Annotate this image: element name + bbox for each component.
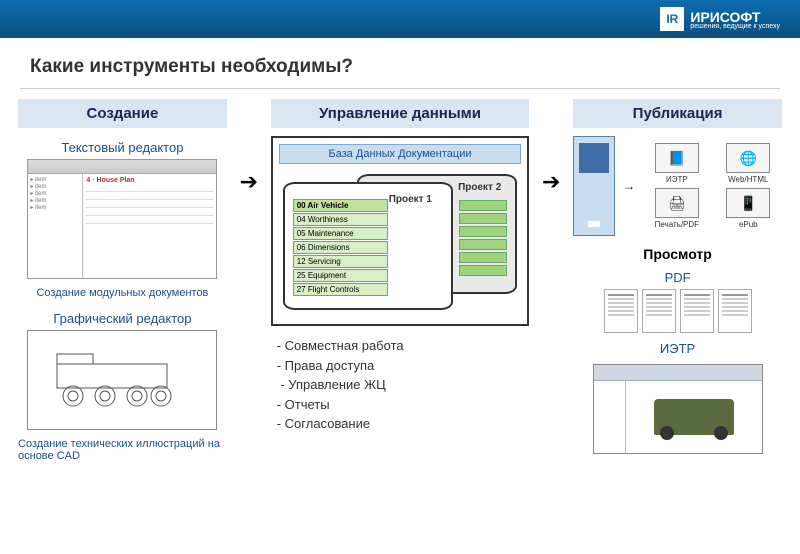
tree-node: 00 Air Vehicle: [293, 199, 388, 212]
output-thumb-icon: 📘: [655, 143, 699, 173]
column-creation: Создание Текстовый редактор ▸ item▸ item…: [18, 99, 227, 470]
bullet-item: - Управление ЖЦ: [277, 375, 524, 395]
output-label: Печать/PDF: [655, 220, 699, 229]
creation-heading: Создание: [18, 99, 227, 128]
database-box: База Данных Документации Проект 2 Проект…: [271, 136, 530, 326]
output-item: 🖨 Печать/PDF: [643, 188, 710, 229]
output-label: ИЭТР: [666, 175, 688, 184]
bullet-item: - Права доступа: [277, 356, 524, 376]
output-item: 📘 ИЭТР: [643, 143, 710, 184]
armored-vehicle-icon: [654, 399, 734, 435]
arrow-right-icon: →: [623, 179, 635, 193]
project2-label: Проект 2: [458, 182, 501, 193]
output-thumb-icon: 📱: [726, 188, 770, 218]
pdf-page-icon: [604, 289, 638, 333]
feature-bullets: - Совместная работа - Права доступа - Уп…: [271, 326, 530, 438]
publication-row: → 📘 ИЭТР 🌐 Web/HTML 🖨 Печать/PDF 📱 ePub: [573, 136, 782, 236]
cad-illustration: [27, 330, 217, 430]
pdf-label: PDF: [573, 270, 782, 285]
pdf-pages: [573, 289, 782, 333]
output-item: 🌐 Web/HTML: [715, 143, 782, 184]
text-editor-screenshot: ▸ item▸ item▸ item▸ item▸ item 4 · House…: [27, 159, 217, 279]
top-bar: IR ИРИСОФТ решения, ведущие к успеху: [0, 0, 800, 38]
pdf-page-icon: [642, 289, 676, 333]
output-thumb-icon: 🖨: [655, 188, 699, 218]
diagram-columns: Создание Текстовый редактор ▸ item▸ item…: [0, 89, 800, 470]
brand-logo: IR ИРИСОФТ решения, ведущие к успеху: [660, 7, 780, 31]
ietp-label: ИЭТР: [573, 341, 782, 356]
bullet-item: - Совместная работа: [277, 336, 524, 356]
tree-node: 04 Worthiness: [293, 213, 388, 226]
graphic-editor-label: Графический редактор: [18, 311, 227, 326]
pdf-page-icon: [718, 289, 752, 333]
column-publication: Публикация → 📘 ИЭТР 🌐 Web/HTML 🖨 Печать/…: [573, 99, 782, 454]
tree-node: 06 Dimensions: [293, 241, 388, 254]
text-editor-caption: Создание модульных документов: [18, 287, 227, 299]
ietp-viewer-screenshot: [593, 364, 763, 454]
project2-bars: [459, 198, 507, 278]
tree-node: 25 Equipment: [293, 269, 388, 282]
output-label: Web/HTML: [728, 175, 768, 184]
bullet-item: - Согласование: [277, 414, 524, 434]
output-item: 📱 ePub: [715, 188, 782, 229]
module-tree: 00 Air Vehicle 04 Worthiness 05 Maintena…: [293, 198, 388, 297]
tree-node: 05 Maintenance: [293, 227, 388, 240]
bullet-item: - Отчеты: [277, 395, 524, 415]
database-title: База Данных Документации: [279, 144, 522, 164]
view-heading: Просмотр: [573, 246, 782, 262]
truck-line-art-icon: [37, 340, 207, 420]
database-cylinders: Проект 2 Проект 1 00 Air Vehicle 04 Wort…: [279, 168, 522, 318]
output-label: ePub: [739, 220, 758, 229]
pdf-page-icon: [680, 289, 714, 333]
arrow-right-icon: ➔: [240, 169, 258, 195]
tree-node: 27 Flight Controls: [293, 283, 388, 296]
tree-node: 12 Servicing: [293, 255, 388, 268]
graphic-editor-caption: Создание технических иллюстраций на осно…: [18, 438, 227, 462]
publication-heading: Публикация: [573, 99, 782, 128]
text-editor-label: Текстовый редактор: [18, 140, 227, 155]
column-data-management: Управление данными База Данных Документа…: [271, 99, 530, 438]
output-thumb-icon: 🌐: [726, 143, 770, 173]
arrow-right-icon: ➔: [542, 169, 560, 195]
brand-tagline: решения, ведущие к успеху: [690, 23, 780, 30]
page-title: Какие инструменты необходимы?: [0, 38, 800, 88]
datamgmt-heading: Управление данными: [271, 99, 530, 128]
brand-mark: IR: [660, 7, 684, 31]
server-icon: [573, 136, 615, 236]
project1-label: Проект 1: [389, 194, 432, 205]
output-grid: 📘 ИЭТР 🌐 Web/HTML 🖨 Печать/PDF 📱 ePub: [643, 143, 782, 229]
